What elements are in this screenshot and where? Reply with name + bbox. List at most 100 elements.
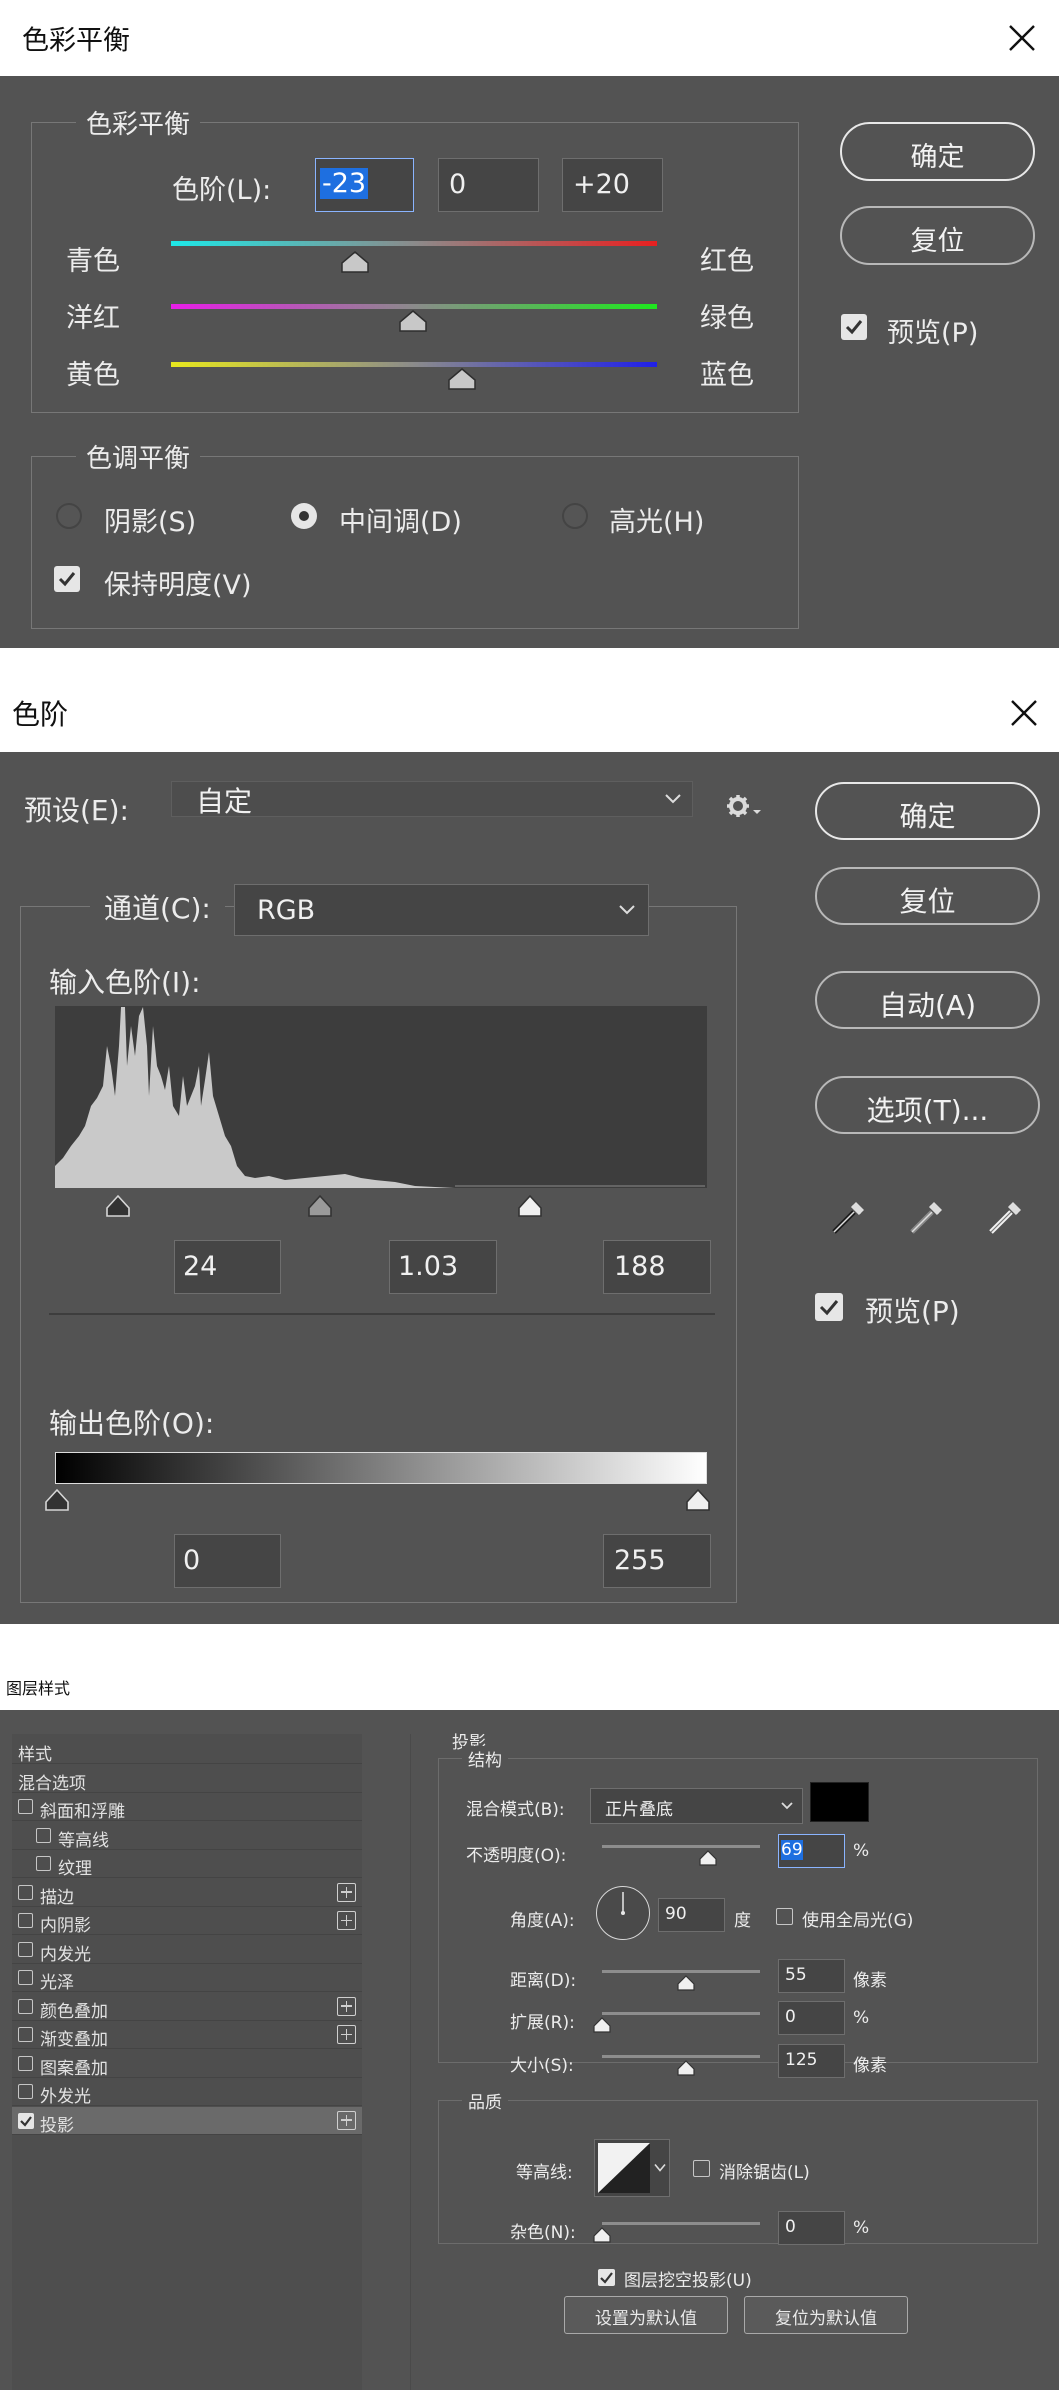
spread-track[interactable] (602, 2012, 760, 2015)
gear-icon[interactable] (726, 791, 766, 821)
style-list-item[interactable]: 外发光 (12, 2078, 362, 2107)
input-black-value[interactable]: 24 (174, 1240, 281, 1294)
add-effect-icon[interactable] (337, 2025, 356, 2044)
angle-dial[interactable] (596, 1886, 650, 1940)
style-checkbox[interactable] (18, 1884, 33, 1900)
style-list-item[interactable]: 渐变叠加 (12, 2021, 362, 2050)
gray-eyedropper-icon[interactable] (908, 1192, 948, 1236)
white-eyedropper-icon[interactable] (987, 1192, 1027, 1236)
shadows-radio[interactable] (56, 503, 82, 529)
style-list-item[interactable]: 描边 (12, 1879, 362, 1908)
style-list-item[interactable]: 混合选项 (12, 1765, 362, 1794)
output-black-slider[interactable] (44, 1488, 70, 1516)
shadow-color-swatch[interactable] (810, 1782, 869, 1822)
channel-select[interactable]: RGB (234, 884, 649, 936)
midtones-radio[interactable] (291, 503, 317, 529)
contour-picker[interactable] (594, 2139, 670, 2197)
style-list-item[interactable]: 颜色叠加 (12, 1993, 362, 2022)
style-list-item[interactable]: 图案叠加 (12, 2050, 362, 2079)
antialias-checkbox[interactable] (693, 2160, 710, 2177)
level-input-magenta-green[interactable]: 0 (438, 158, 539, 212)
preserve-luminosity-label: 保持明度(V) (104, 570, 252, 601)
style-list-item[interactable]: 等高线 (12, 1822, 362, 1851)
preset-select[interactable]: 自定 (171, 781, 693, 818)
cyan-red-slider-thumb[interactable] (341, 251, 369, 277)
options-button-label: 选项(T)... (866, 1094, 989, 1127)
add-effect-icon[interactable] (337, 1911, 356, 1930)
ok-button[interactable]: 确定 (815, 782, 1040, 840)
output-white-value[interactable]: 255 (603, 1534, 711, 1588)
level-input-yellow-blue[interactable]: +20 (562, 158, 663, 212)
style-list-item[interactable]: 内发光 (12, 1936, 362, 1965)
output-black-value[interactable]: 0 (174, 1534, 281, 1588)
make-default-button[interactable]: 设置为默认值 (564, 2296, 728, 2334)
style-list-item[interactable]: 内阴影 (12, 1907, 362, 1936)
style-checkbox[interactable] (18, 2055, 33, 2071)
style-list-item[interactable]: 纹理 (12, 1850, 362, 1879)
cyan-red-track[interactable] (171, 241, 657, 246)
magenta-green-slider-thumb[interactable] (399, 310, 427, 336)
ok-button-label: 确定 (899, 800, 956, 833)
style-checkbox[interactable] (18, 1913, 33, 1928)
blend-mode-select[interactable]: 正片叠底 (590, 1788, 803, 1824)
noise-track[interactable] (602, 2222, 760, 2225)
add-effect-icon[interactable] (337, 1996, 356, 2016)
reset-button[interactable]: 复位 (840, 206, 1035, 265)
reset-default-button[interactable]: 复位为默认值 (744, 2296, 908, 2334)
knockout-checkbox[interactable] (598, 2269, 615, 2286)
input-gamma-slider[interactable] (307, 1194, 333, 1222)
yellow-blue-track[interactable] (171, 362, 657, 367)
size-input[interactable]: 125 (778, 2044, 845, 2078)
distance-slider-thumb[interactable] (677, 1975, 695, 1995)
preview-checkbox[interactable] (841, 314, 867, 340)
noise-slider-thumb[interactable] (593, 2227, 611, 2247)
global-light-checkbox[interactable] (776, 1908, 793, 1925)
style-list-item[interactable]: 样式 (12, 1736, 362, 1765)
yellow-blue-slider-thumb[interactable] (448, 368, 476, 394)
angle-input[interactable]: 90 (658, 1898, 725, 1932)
options-button[interactable]: 选项(T)... (815, 1076, 1040, 1134)
ok-button[interactable]: 确定 (840, 122, 1035, 181)
output-white-slider[interactable] (685, 1488, 711, 1516)
style-checkbox[interactable] (36, 1827, 51, 1843)
distance-input[interactable]: 55 (778, 1959, 845, 1993)
input-white-value[interactable]: 188 (603, 1240, 711, 1294)
opacity-track[interactable] (602, 1845, 760, 1848)
noise-input[interactable]: 0 (778, 2211, 845, 2245)
auto-button[interactable]: 自动(A) (815, 971, 1040, 1029)
style-checkbox-checked[interactable] (18, 2112, 34, 2129)
style-list-item[interactable]: 斜面和浮雕 (12, 1793, 362, 1822)
level-input-cyan-red[interactable]: -23 (315, 158, 414, 212)
size-slider-thumb[interactable] (677, 2060, 695, 2080)
style-checkbox[interactable] (18, 2027, 33, 2042)
black-eyedropper-icon[interactable] (830, 1192, 870, 1236)
preview-checkbox[interactable] (815, 1293, 843, 1321)
style-checkbox[interactable] (36, 1856, 51, 1871)
preserve-luminosity-checkbox[interactable] (54, 566, 80, 592)
style-checkbox[interactable] (18, 1998, 33, 2014)
opacity-slider-thumb[interactable] (699, 1850, 717, 1870)
magenta-green-track[interactable] (171, 304, 657, 309)
style-item-label: 光泽 (40, 1973, 74, 1993)
input-gamma-value[interactable]: 1.03 (389, 1240, 497, 1294)
style-checkbox[interactable] (18, 2084, 33, 2099)
style-list-item[interactable]: 光泽 (12, 1964, 362, 1993)
input-white-point-slider[interactable] (517, 1194, 543, 1222)
add-effect-icon[interactable] (337, 2110, 356, 2130)
input-black-point-slider[interactable] (105, 1194, 131, 1222)
style-checkbox[interactable] (18, 1970, 33, 1985)
style-checkbox[interactable] (18, 1799, 33, 1814)
style-checkbox[interactable] (18, 1941, 33, 1957)
style-list-item[interactable]: 投影 (12, 2106, 362, 2136)
size-track[interactable] (602, 2055, 760, 2058)
add-effect-icon[interactable] (337, 1882, 356, 1902)
close-icon[interactable] (1007, 23, 1037, 53)
slider-2-right-label: 绿色 (700, 303, 754, 334)
reset-button[interactable]: 复位 (815, 867, 1040, 925)
opacity-input[interactable]: 69 (778, 1834, 845, 1868)
spread-input[interactable]: 0 (778, 2001, 845, 2035)
close-icon[interactable] (1009, 698, 1039, 728)
distance-track[interactable] (602, 1970, 760, 1973)
highlights-radio[interactable] (562, 503, 588, 529)
spread-slider-thumb[interactable] (593, 2017, 611, 2037)
